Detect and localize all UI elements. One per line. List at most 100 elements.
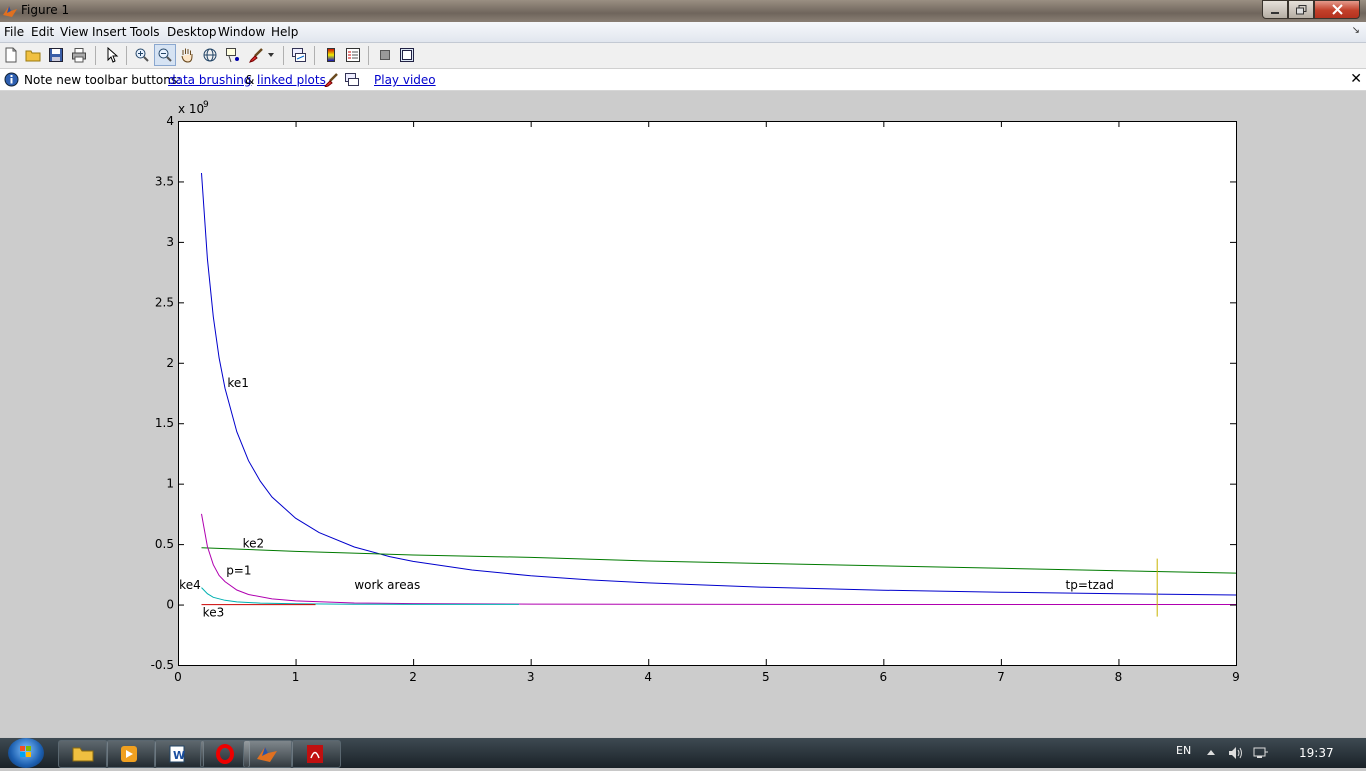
window-controls	[1262, 0, 1360, 19]
close-button[interactable]	[1314, 0, 1360, 19]
notice-text: Note new toolbar buttons:	[24, 73, 182, 87]
maximize-button[interactable]	[1288, 0, 1314, 19]
language-indicator[interactable]: EN	[1176, 744, 1191, 757]
brush-button[interactable]	[247, 46, 265, 64]
opera-icon	[216, 744, 234, 764]
y-tick-label: 4	[166, 114, 174, 128]
data-brushing-link[interactable]: data brushing	[168, 73, 251, 87]
new-figure-button[interactable]	[2, 46, 20, 64]
menu-edit[interactable]: Edit	[31, 25, 54, 39]
matlab-icon	[257, 747, 277, 762]
volume-icon[interactable]	[1228, 746, 1244, 760]
taskbar-explorer[interactable]	[58, 740, 108, 768]
print-icon	[72, 48, 86, 63]
toolbar-separator	[126, 46, 127, 65]
open-file-button[interactable]	[24, 46, 42, 64]
edit-plot-button[interactable]	[103, 46, 121, 64]
plot-canvas[interactable]: 0 1 2 3 4 5 6 7 8 9-0.500.511.522.533.54 ke1ke2p=…	[0, 91, 1366, 737]
menu-tools[interactable]: Tools	[130, 25, 160, 39]
menu-insert[interactable]: Insert	[92, 25, 126, 39]
legend-icon	[346, 48, 360, 62]
x-tick-label: 6	[880, 670, 888, 684]
arrow-cursor-icon	[107, 47, 119, 63]
folder-icon	[25, 50, 41, 62]
figure-area: 0 1 2 3 4 5 6 7 8 9 -0.5 0 0.5 1 1.5 2 2.5 3 3.5 4 ke1 ke2 p=…	[0, 91, 1366, 737]
dock-arrow-icon[interactable]: ↘	[1352, 25, 1360, 36]
new-file-icon	[5, 47, 17, 63]
annotation-p-1: p=1	[226, 563, 251, 577]
x-tick-label: 1	[292, 670, 300, 684]
menu-window[interactable]: Window	[218, 25, 265, 39]
annotation-ke3: ke3	[203, 606, 225, 620]
y-tick-label: 1	[166, 477, 174, 491]
toolbar-separator	[95, 46, 96, 65]
toolbar-separator	[314, 46, 315, 65]
pan-button[interactable]	[178, 46, 196, 64]
show-plot-tools-button[interactable]	[398, 46, 416, 64]
toolbar-separator	[368, 46, 369, 65]
title-bar: Figure 1	[0, 0, 1366, 22]
show-plot-tools-icon	[400, 48, 414, 62]
print-figure-button[interactable]	[70, 46, 88, 64]
chevron-down-icon	[268, 53, 274, 57]
figure-toolbar	[0, 43, 1366, 69]
minimize-button[interactable]	[1262, 0, 1288, 19]
start-button[interactable]	[8, 738, 44, 768]
svg-text:W: W	[173, 749, 185, 762]
y-tick-label: 2.5	[155, 295, 174, 309]
media-player-icon	[121, 746, 137, 762]
brush-icon	[249, 48, 263, 63]
data-cursor-button[interactable]	[224, 46, 242, 64]
clock-time[interactable]: 19:37	[1299, 746, 1334, 760]
menu-file[interactable]: File	[4, 25, 24, 39]
hide-plot-tools-button[interactable]	[376, 46, 394, 64]
insert-legend-button[interactable]	[344, 46, 362, 64]
network-icon[interactable]	[1253, 746, 1269, 760]
info-icon	[4, 72, 19, 87]
taskbar-media-player[interactable]	[106, 740, 156, 768]
link-plot-button[interactable]	[290, 46, 308, 64]
taskbar-matlab[interactable]	[243, 740, 293, 768]
zoom-out-button[interactable]	[154, 44, 176, 66]
data-cursor-icon	[226, 48, 239, 63]
x-tick-label: 7	[997, 670, 1005, 684]
zoom-in-button[interactable]	[133, 46, 151, 64]
window-title: Figure 1	[21, 3, 70, 17]
brush-icon	[324, 73, 338, 87]
menu-bar: File Edit View Insert Tools Desktop Wind…	[0, 22, 1366, 43]
restore-icon	[1295, 4, 1306, 14]
chevron-up-icon[interactable]	[1206, 748, 1216, 758]
rotate-3d-button[interactable]	[201, 46, 219, 64]
close-notice-button[interactable]: ✕	[1350, 71, 1362, 87]
link-plot-icon	[345, 73, 359, 86]
annotation-work-areas: work areas	[354, 578, 420, 592]
brush-dropdown-button[interactable]	[266, 46, 276, 64]
y-tick-label: 3	[166, 235, 174, 249]
hand-icon	[181, 48, 193, 63]
annotation-tp-tzad: tp=tzad	[1066, 578, 1114, 592]
insert-colorbar-button[interactable]	[322, 46, 340, 64]
link-plot-icon	[292, 48, 306, 62]
hide-plot-tools-icon	[380, 50, 390, 60]
zoom-in-icon	[135, 48, 149, 62]
linked-plots-link[interactable]: linked plots	[257, 73, 326, 87]
menu-desktop[interactable]: Desktop	[167, 25, 217, 39]
y-tick-label: 0.5	[155, 537, 174, 551]
y-tick-label: 1.5	[155, 416, 174, 430]
pdf-icon	[307, 745, 323, 763]
x-tick-label: 8	[1115, 670, 1123, 684]
play-video-link[interactable]: Play video	[374, 73, 436, 87]
annotation-ke1: ke1	[227, 376, 249, 390]
annotation-ke2: ke2	[243, 537, 265, 551]
taskbar-word[interactable]: W	[154, 740, 204, 768]
toolbar-separator	[283, 46, 284, 65]
colorbar-icon	[327, 48, 335, 62]
save-figure-button[interactable]	[47, 46, 65, 64]
folder-icon	[72, 747, 94, 762]
x-tick-label: 2	[409, 670, 417, 684]
y-tick-label: 0	[166, 598, 174, 612]
menu-help[interactable]: Help	[271, 25, 298, 39]
menu-view[interactable]: View	[60, 25, 88, 39]
taskbar-acrobat[interactable]	[291, 740, 341, 768]
y-exponent-label: x 10	[178, 102, 204, 116]
